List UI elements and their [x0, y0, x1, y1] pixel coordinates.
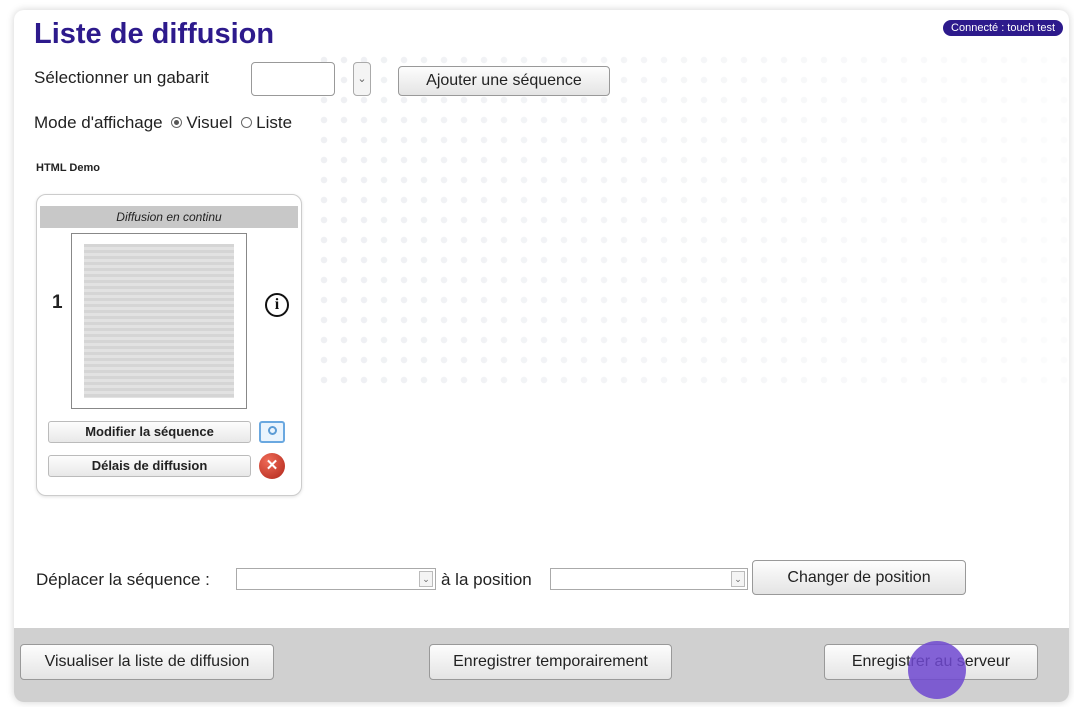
sequence-number: 1 — [52, 292, 63, 313]
delete-icon[interactable]: ✕ — [259, 453, 285, 479]
sequence-card-header: Diffusion en continu — [40, 206, 298, 228]
preview-playlist-button[interactable]: Visualiser la liste de diffusion — [20, 644, 274, 680]
sequence-thumbnail[interactable] — [71, 233, 247, 409]
thumbnail-preview — [84, 244, 234, 398]
move-sequence-select[interactable]: ⌄ — [236, 568, 436, 590]
touch-edit-icon[interactable] — [259, 421, 285, 443]
template-input[interactable] — [251, 62, 335, 96]
sequence-card: Diffusion en continu 1 i Modifier la séq… — [36, 194, 302, 496]
change-position-button[interactable]: Changer de position — [752, 560, 966, 595]
connected-badge: Connecté : touch test — [943, 20, 1063, 36]
position-label: à la position — [441, 570, 532, 589]
template-dropdown-button[interactable]: ⌄ — [353, 62, 371, 96]
add-sequence-button[interactable]: Ajouter une séquence — [398, 66, 610, 96]
broadcast-delays-button[interactable]: Délais de diffusion — [48, 455, 251, 477]
chevron-down-icon: ⌄ — [731, 571, 745, 587]
playlist-name: HTML Demo — [36, 162, 100, 174]
visual-radio[interactable] — [171, 117, 183, 129]
display-mode-label: Mode d'affichage — [34, 113, 163, 132]
move-sequence-label: Déplacer la séquence : — [36, 570, 210, 589]
chevron-down-icon: ⌄ — [419, 571, 433, 587]
save-temporarily-button[interactable]: Enregistrer temporairement — [429, 644, 672, 680]
template-label: Sélectionner un gabarit — [34, 68, 209, 87]
background-dot-pattern — [314, 50, 1069, 390]
list-radio[interactable] — [241, 117, 253, 129]
list-radio-label[interactable]: Liste — [256, 113, 292, 132]
position-select[interactable]: ⌄ — [550, 568, 748, 590]
display-mode-row: Mode d'affichage Visuel Liste — [34, 113, 292, 133]
info-icon[interactable]: i — [265, 293, 289, 317]
touch-cursor-indicator — [908, 641, 966, 699]
chevron-down-icon: ⌄ — [357, 73, 367, 85]
modify-sequence-button[interactable]: Modifier la séquence — [48, 421, 251, 443]
visual-radio-label[interactable]: Visuel — [186, 113, 232, 132]
main-panel: Liste de diffusion Connecté : touch test… — [14, 10, 1069, 702]
page-title: Liste de diffusion — [34, 18, 275, 50]
